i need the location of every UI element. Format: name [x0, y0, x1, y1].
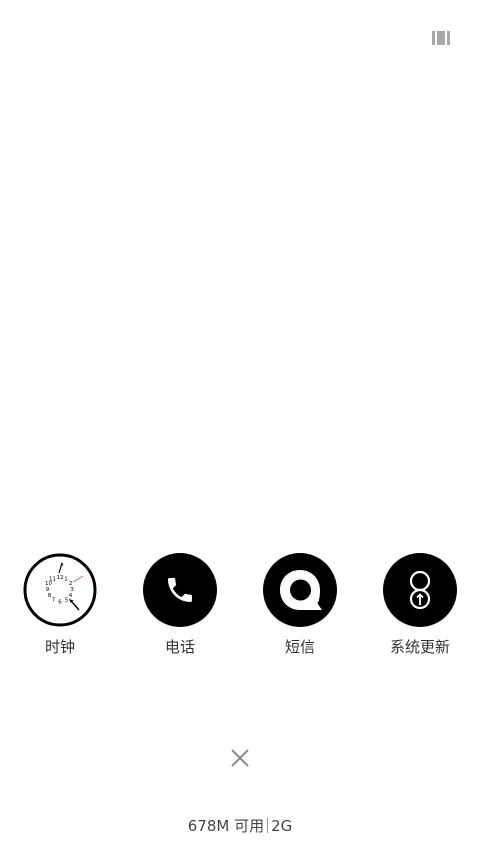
clock-number-4: 4 [69, 593, 73, 599]
recent-apps-row: 12 1 2 3 4 5 6 7 8 9 10 11 时钟 电话 短信 系统更新 [0, 553, 480, 663]
clock-icon: 12 1 2 3 4 5 6 7 8 9 10 11 [23, 553, 97, 627]
app-label-clock: 时钟 [44, 638, 75, 656]
app-label-system-update: 系统更新 [389, 638, 450, 656]
app-system-update[interactable]: 系统更新 [370, 553, 470, 663]
app-clock[interactable]: 12 1 2 3 4 5 6 7 8 9 10 11 时钟 [10, 553, 110, 663]
memory-available: 678M 可用 [187, 817, 265, 835]
message-icon [263, 553, 337, 627]
memory-separator [267, 818, 269, 833]
app-messages[interactable]: 短信 [250, 553, 350, 663]
clock-number-7: 7 [52, 598, 56, 604]
clock-number-9: 9 [46, 587, 50, 593]
memory-total: 2G [271, 817, 293, 835]
app-label-phone: 电话 [164, 638, 195, 656]
clock-number-8: 8 [48, 593, 52, 599]
close-icon[interactable] [228, 746, 252, 770]
memory-status: 678M 可用 2G [0, 815, 480, 836]
clock-number-12: 12 [57, 575, 64, 581]
clock-number-1: 1 [64, 577, 68, 583]
clock-number-6: 6 [58, 600, 62, 606]
app-phone[interactable]: 电话 [130, 553, 230, 663]
multitask-view-icon[interactable] [432, 30, 450, 46]
phone-icon [143, 553, 217, 627]
app-label-messages: 短信 [284, 638, 315, 656]
system-update-icon [383, 553, 457, 627]
clock-number-5: 5 [65, 598, 69, 604]
clock-number-11: 11 [49, 577, 56, 583]
